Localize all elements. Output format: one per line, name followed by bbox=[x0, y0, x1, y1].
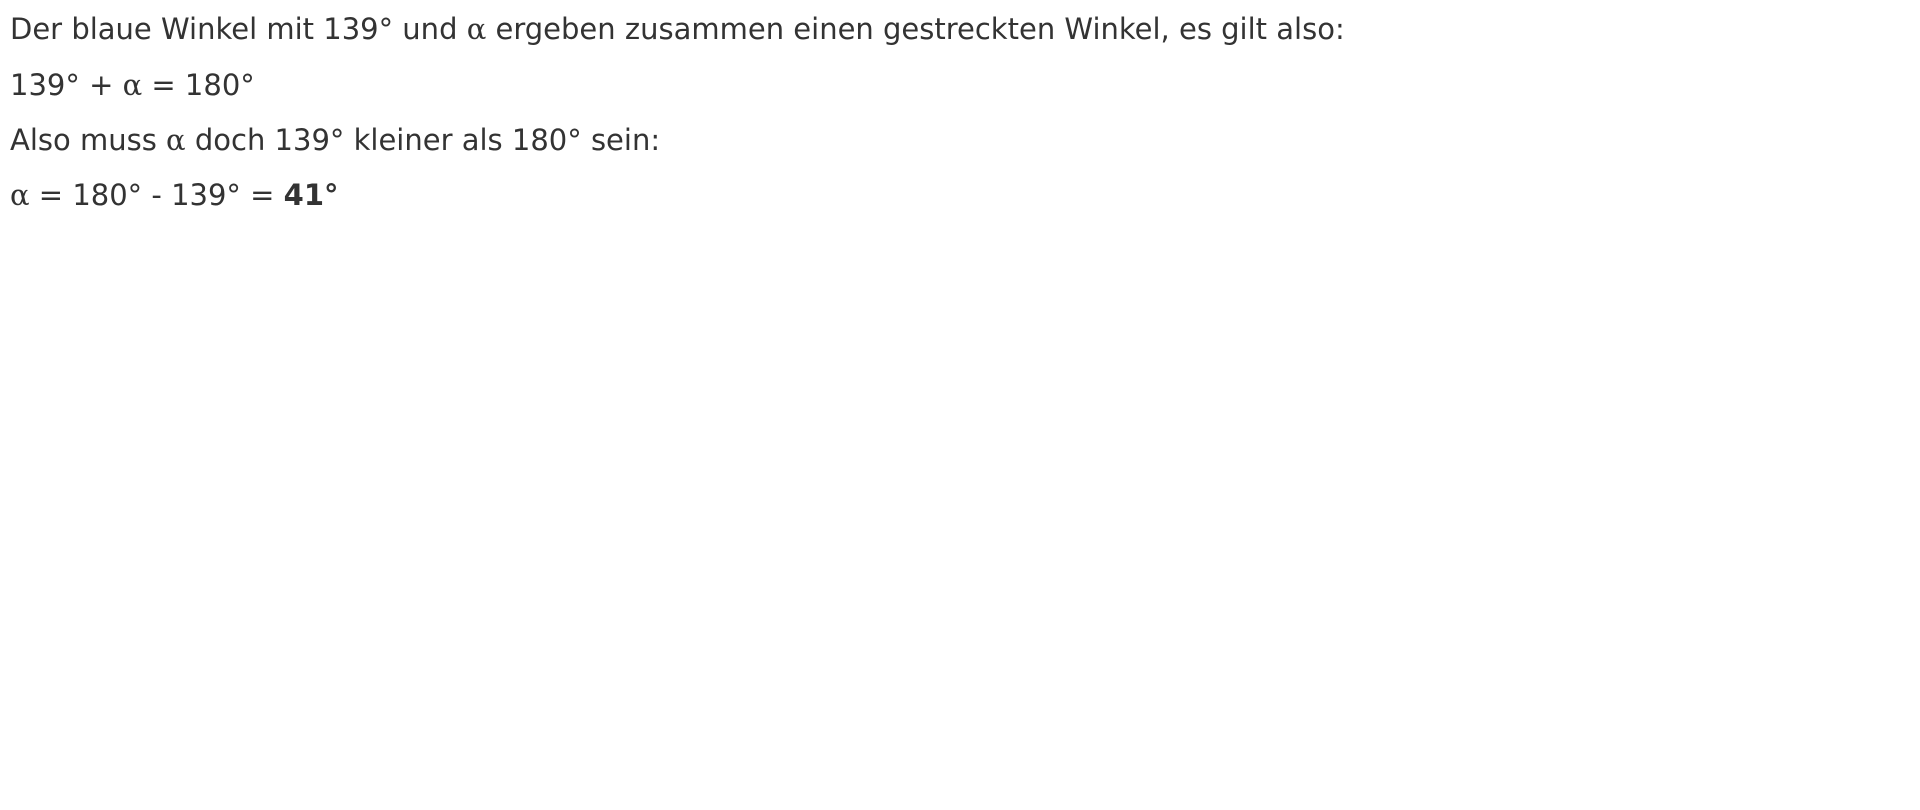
alpha-symbol: α bbox=[166, 123, 186, 157]
calculation-line: α = 180° - 139° = 41° bbox=[10, 177, 339, 213]
text-segment: Also muss bbox=[10, 123, 167, 157]
alpha-symbol: α bbox=[122, 68, 143, 102]
result-value: 41° bbox=[283, 178, 339, 212]
text-segment: = 180° bbox=[142, 68, 255, 102]
text-segment: ergeben zusammen einen gestreckten Winke… bbox=[486, 12, 1345, 46]
text-segment: = 180° - 139° = bbox=[29, 178, 284, 212]
equation-line: 139° + α = 180° bbox=[10, 67, 255, 103]
conclusion-line: Also muss α doch 139° kleiner als 180° s… bbox=[10, 122, 660, 158]
alpha-symbol: α bbox=[466, 12, 487, 46]
explanation-line: Der blaue Winkel mit 139° und α ergeben … bbox=[10, 11, 1345, 47]
text-segment: 139° + bbox=[10, 68, 123, 102]
alpha-symbol: α bbox=[10, 178, 30, 212]
text-segment: doch 139° kleiner als 180° sein: bbox=[185, 123, 661, 157]
text-segment: Der blaue Winkel mit 139° und bbox=[10, 12, 467, 46]
